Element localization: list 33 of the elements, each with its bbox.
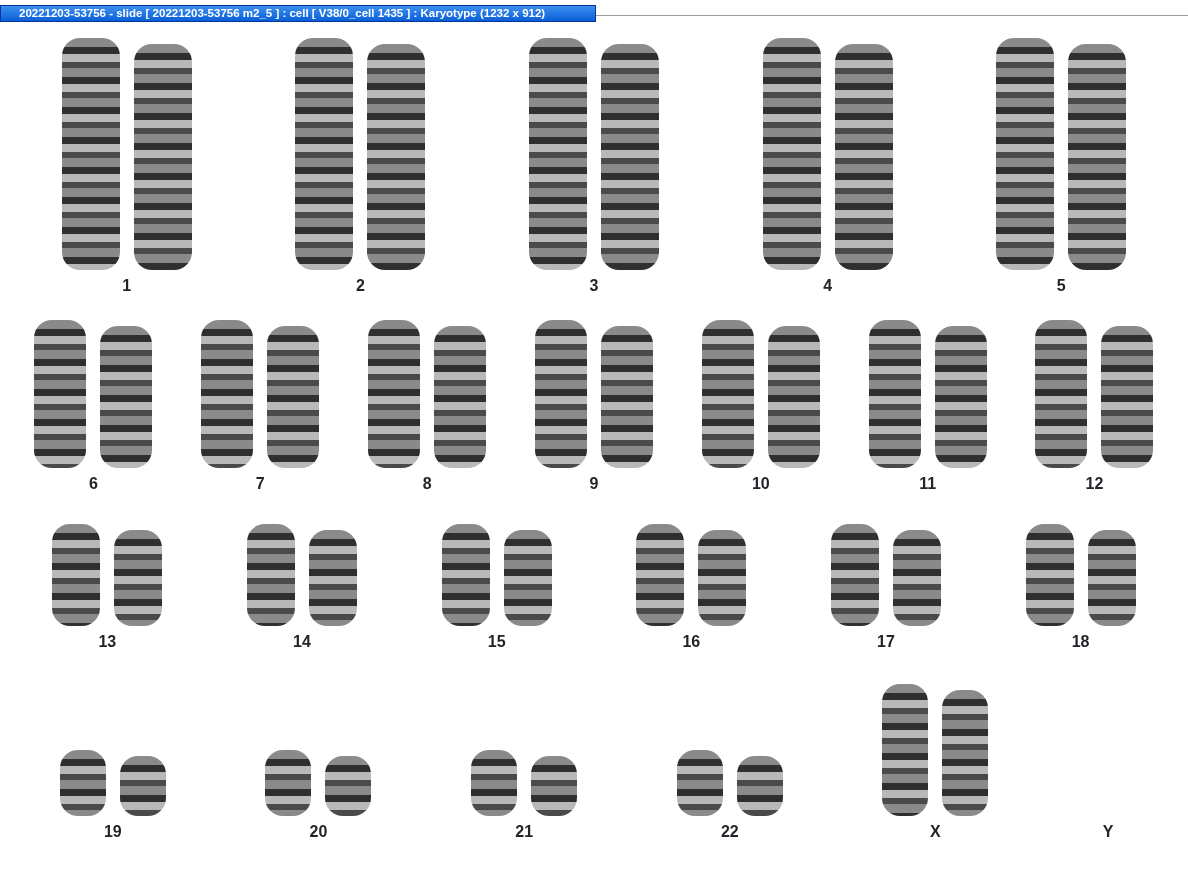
chromosome-label: 1 xyxy=(122,276,132,296)
chromosome-label: 9 xyxy=(589,474,599,494)
chromosome-drawing xyxy=(59,750,106,816)
chromosome-label: 5 xyxy=(1056,276,1066,296)
chromosome-label: 21 xyxy=(515,822,534,842)
chromosome-drawing xyxy=(676,750,723,816)
chromosome-label: 8 xyxy=(422,474,432,494)
chromosome-drawing xyxy=(531,756,578,816)
chromosome-label: 7 xyxy=(255,474,265,494)
chromosome-label: 18 xyxy=(1071,632,1090,652)
chromosome-label: 14 xyxy=(293,632,311,652)
chromosome-drawing xyxy=(265,750,312,816)
chromosome-drawing xyxy=(471,750,518,816)
chromosome-drawing xyxy=(119,756,166,816)
chromosome-label: Y xyxy=(1102,822,1114,842)
chromosome-label: 4 xyxy=(823,276,833,296)
window-title: 20221203-53756 - slide [ 20221203-53756 m2_5 ] : cell [ V38/0_cell 1435 ] : Karyotype (1232 x 912) xyxy=(0,5,596,22)
chromosome-label: 22 xyxy=(720,822,739,842)
chromosome-label: 17 xyxy=(877,632,895,652)
chromosome-label: 19 xyxy=(103,822,122,842)
chromosome-drawing xyxy=(325,756,372,816)
chromosome-label: 6 xyxy=(88,474,98,494)
chromosome-label: 13 xyxy=(98,632,117,652)
chromosome-label: 3 xyxy=(589,276,599,296)
chromosome-label: 10 xyxy=(751,474,770,494)
chromosome-label: 20 xyxy=(309,822,328,842)
chromosome-label: 11 xyxy=(919,474,937,494)
chromosome-label: 12 xyxy=(1085,474,1104,494)
chromosome-label: 2 xyxy=(355,276,365,296)
chromosome-drawing xyxy=(736,756,783,816)
chromosome-label: 16 xyxy=(682,632,701,652)
chromosome-label: 15 xyxy=(487,632,506,652)
chromosome-label: X xyxy=(930,822,941,842)
